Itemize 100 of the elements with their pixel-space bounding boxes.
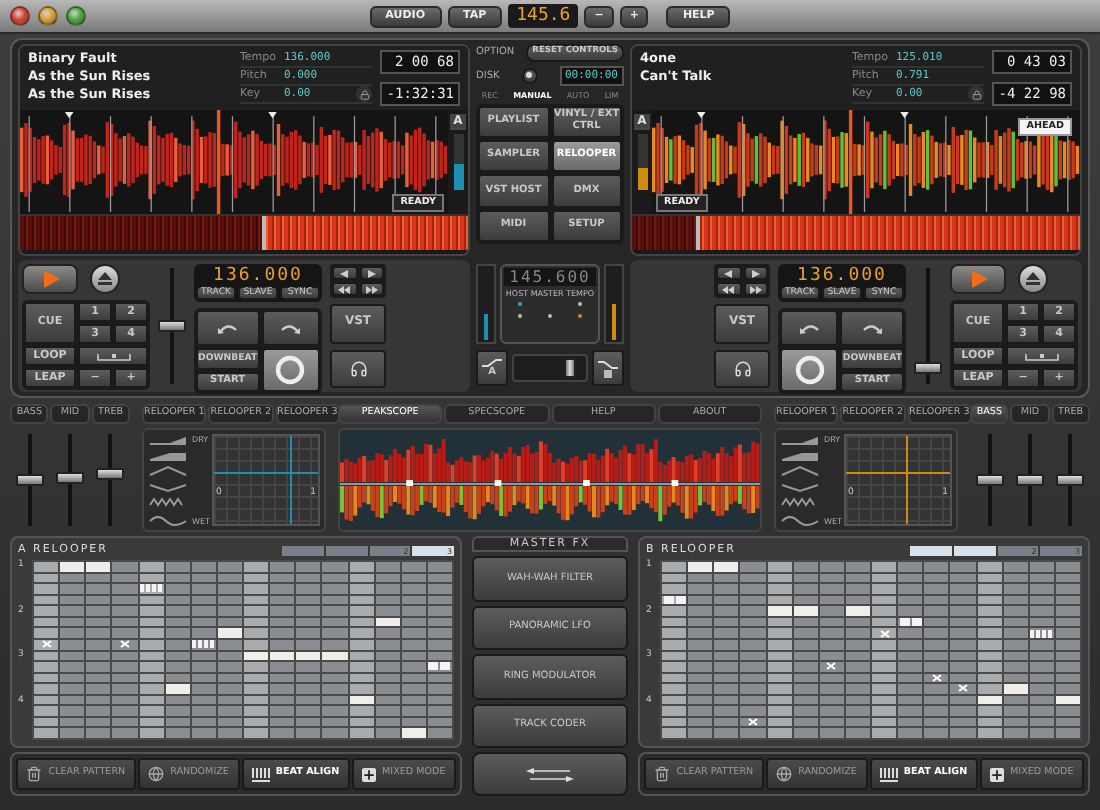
note-step[interactable] [793,606,818,616]
crossfader[interactable] [512,354,588,382]
record-toggle[interactable] [521,67,538,84]
swap-button[interactable] [472,752,628,796]
nudge-button[interactable] [332,282,357,296]
note-step[interactable] [977,695,1002,705]
cross-icon [879,629,890,638]
overview-bar[interactable] [632,214,1080,250]
note-step[interactable] [217,628,242,638]
note-step[interactable] [714,562,739,572]
loop-bracket-icon [1023,351,1059,361]
bend-up-button[interactable] [840,310,904,346]
fader-thumb[interactable] [96,467,124,480]
eject-button[interactable] [90,264,120,294]
note-step[interactable] [270,651,295,661]
host-tempo-display: 145.600 [503,268,597,286]
nudge-button[interactable] [743,282,768,296]
fader-thumb[interactable] [1016,474,1044,486]
note-step[interactable] [401,728,426,738]
note-step[interactable] [845,606,870,616]
nudge-button[interactable] [743,266,768,280]
play-button[interactable] [22,264,78,294]
note-step[interactable] [1003,684,1028,694]
headphones-button[interactable] [714,349,770,388]
lock-icon[interactable] [356,86,372,102]
globe-icon [776,766,793,782]
curve-icon [598,359,618,377]
rewind-icon [721,285,736,293]
note-step[interactable] [767,606,792,616]
grid-bars-icon [879,767,898,781]
eq-fader[interactable] [1016,434,1044,526]
loop-segment[interactable] [953,545,995,555]
note-step[interactable] [60,562,85,572]
note-step[interactable] [349,695,374,705]
bend-down-button[interactable] [196,310,260,346]
trash-icon [654,766,671,782]
nudge-button[interactable] [359,282,384,296]
loop-length-button[interactable] [78,346,148,366]
loop-segment[interactable] [910,545,952,555]
note-step[interactable] [688,562,713,572]
pitch-fader[interactable] [914,268,942,384]
record-button[interactable] [261,348,320,392]
note-step[interactable] [244,651,269,661]
fader-thumb[interactable] [158,320,186,332]
nudge-button[interactable] [332,266,357,280]
stutter-icon [192,640,215,649]
split-note-icon [899,618,922,627]
eq-fader[interactable] [976,434,1004,526]
nudge-button[interactable] [716,266,741,280]
fader-thumb[interactable] [914,361,942,374]
headphones-icon [733,359,751,378]
headphones-icon [349,359,367,378]
loop-bracket-icon [95,351,131,361]
previous-icon [721,269,736,277]
fader-thumb[interactable] [1056,474,1084,486]
trash-icon [26,766,43,782]
eq-fader[interactable] [16,434,44,526]
note-step[interactable] [1055,695,1080,705]
nudge-button[interactable] [359,266,384,280]
bend-down-button[interactable] [780,310,839,346]
record-button[interactable] [780,348,839,392]
eq-fader[interactable] [56,434,84,526]
plus-box-icon [362,767,377,781]
cross-icon [41,640,52,649]
note-step[interactable] [165,684,190,694]
note-step[interactable] [296,651,321,661]
globe-icon [148,766,165,782]
lock-icon[interactable] [968,86,984,102]
headphones-button[interactable] [330,349,386,388]
stutter-icon [140,584,163,593]
grid-bars-icon [251,767,270,781]
eject-button[interactable] [1018,264,1048,294]
bpm-display: 136.000 [211,266,305,286]
plus-box-icon [990,767,1005,781]
rewind-icon [337,285,352,293]
crossfader-thumb[interactable] [563,358,576,378]
pitch-fader[interactable] [158,268,186,384]
fader-thumb[interactable] [976,474,1004,486]
zoom-button[interactable] [66,6,86,26]
overview-bar[interactable] [20,214,468,250]
loop-length-button[interactable] [1006,346,1076,366]
play-icon [969,270,987,288]
eq-fader[interactable] [1056,434,1084,526]
note-step[interactable] [86,562,111,572]
next-icon [748,269,763,277]
nudge-button[interactable] [716,282,741,296]
note-step[interactable] [322,651,347,661]
ring-icon [793,354,826,386]
fader-thumb[interactable] [16,474,44,486]
bend-up-button[interactable] [261,310,320,346]
envelope-shapes-drawing [148,434,188,526]
close-button[interactable] [10,6,30,26]
eq-fader[interactable] [96,434,124,526]
curved-arrow-icon [217,323,238,333]
note-step[interactable] [375,617,400,627]
minimize-button[interactable] [38,6,58,26]
bpm-display: 136.000 [795,266,889,286]
play-button[interactable] [950,264,1006,294]
fader-thumb[interactable] [56,472,84,485]
curve-button[interactable] [592,350,624,386]
